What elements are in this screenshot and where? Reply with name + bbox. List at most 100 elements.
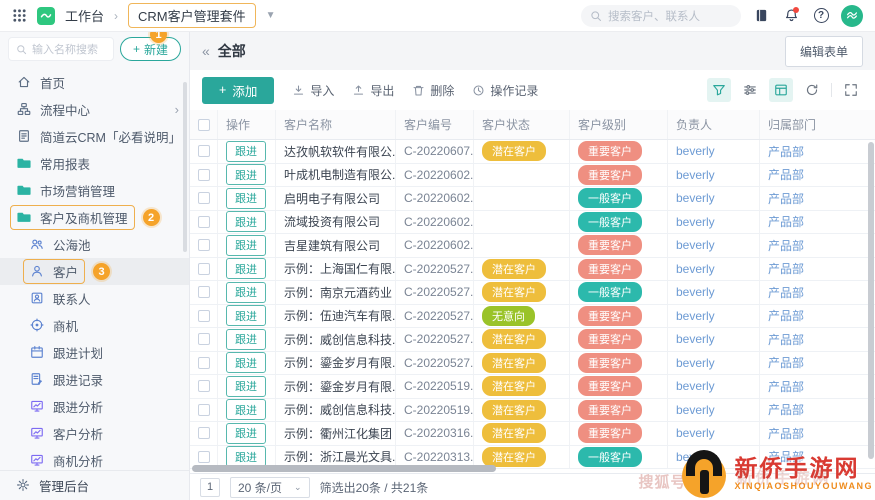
customer-name-cell[interactable]: 示例：衢州江化集团 <box>276 422 396 445</box>
page-number-button[interactable]: 1 <box>200 477 220 497</box>
admin-backend-item[interactable]: 管理后台 <box>0 470 189 500</box>
breadcrumb-workbench[interactable]: 工作台 <box>65 6 104 25</box>
owner-cell[interactable]: beverly <box>668 257 760 280</box>
row-checkbox[interactable] <box>197 239 210 252</box>
app-title[interactable]: CRM客户管理套件 <box>128 3 256 28</box>
owner-cell[interactable]: beverly <box>668 210 760 233</box>
department-cell[interactable]: 产品部 <box>760 258 875 281</box>
follow-up-button[interactable]: 跟进 <box>226 234 266 256</box>
help-icon[interactable]: ? <box>811 6 831 26</box>
row-checkbox[interactable] <box>197 356 210 369</box>
department-cell[interactable]: 产品部 <box>760 422 875 445</box>
customer-name-cell[interactable]: 示例：威创信息科技... <box>276 398 396 421</box>
sidebar-item-10[interactable]: 商机 <box>0 312 189 339</box>
row-checkbox[interactable] <box>197 168 210 181</box>
owner-cell[interactable]: beverly <box>668 163 760 186</box>
customer-name-cell[interactable]: 叶成机电制造有限公... <box>276 163 396 186</box>
delete-button[interactable]: 删除 <box>412 82 454 99</box>
owner-cell[interactable]: beverly <box>668 187 760 210</box>
department-cell[interactable]: 产品部 <box>760 211 875 234</box>
customer-name-cell[interactable]: 达孜帆软软件有限公... <box>276 140 396 163</box>
department-cell[interactable]: 产品部 <box>760 305 875 328</box>
follow-up-button[interactable]: 跟进 <box>226 281 266 303</box>
row-checkbox[interactable] <box>197 215 210 228</box>
page-size-select[interactable]: 20 条/页 ⌄ <box>230 476 310 498</box>
department-cell[interactable]: 产品部 <box>760 375 875 398</box>
import-button[interactable]: 导入 <box>292 82 334 99</box>
app-grid-icon[interactable] <box>12 8 27 23</box>
table-vertical-scrollbar[interactable] <box>868 142 874 459</box>
sidebar-item-4[interactable]: 常用报表 <box>0 150 189 177</box>
customer-name-cell[interactable]: 示例：伍迪汽车有限... <box>276 304 396 327</box>
owner-cell[interactable]: beverly <box>668 351 760 374</box>
row-checkbox[interactable] <box>197 427 210 440</box>
sidebar-item-3[interactable]: 简道云CRM「必看说明」 <box>0 123 189 150</box>
display-fields-button[interactable] <box>738 78 762 102</box>
department-cell[interactable]: 产品部 <box>760 328 875 351</box>
owner-cell[interactable]: beverly <box>668 375 760 398</box>
follow-up-button[interactable]: 跟进 <box>226 399 266 421</box>
follow-up-button[interactable]: 跟进 <box>226 211 266 233</box>
sidebar-item-12[interactable]: 跟进记录 <box>0 366 189 393</box>
follow-up-button[interactable]: 跟进 <box>226 187 266 209</box>
bell-icon[interactable] <box>781 6 801 26</box>
customer-name-cell[interactable]: 流域投资有限公司 <box>276 210 396 233</box>
owner-cell[interactable]: beverly <box>668 328 760 351</box>
row-checkbox[interactable] <box>197 333 210 346</box>
export-button[interactable]: 导出 <box>352 82 394 99</box>
department-cell[interactable]: 产品部 <box>760 164 875 187</box>
follow-up-button[interactable]: 跟进 <box>226 422 266 444</box>
sidebar-scrollbar[interactable] <box>183 82 187 252</box>
sidebar-item-9[interactable]: 联系人 <box>0 285 189 312</box>
new-button[interactable]: + 新建 <box>119 37 181 61</box>
owner-cell[interactable]: beverly <box>668 398 760 421</box>
global-search-input[interactable]: 搜索客户、联系人 <box>581 4 741 27</box>
edit-form-button[interactable]: 编辑表单 <box>784 35 863 67</box>
sidebar-item-15[interactable]: 商机分析 <box>0 447 189 470</box>
department-cell[interactable]: 产品部 <box>760 187 875 210</box>
row-checkbox[interactable] <box>197 450 210 463</box>
row-checkbox[interactable] <box>197 145 210 158</box>
customer-name-cell[interactable]: 吉星建筑有限公司 <box>276 234 396 257</box>
owner-cell[interactable]: beverly <box>668 140 760 163</box>
sidebar-item-7[interactable]: 公海池 <box>0 231 189 258</box>
follow-up-button[interactable]: 跟进 <box>226 352 266 374</box>
customer-name-cell[interactable]: 示例：上海国仁有限... <box>276 257 396 280</box>
owner-cell[interactable]: beverly <box>668 281 760 304</box>
follow-up-button[interactable]: 跟进 <box>226 140 266 162</box>
customer-name-cell[interactable]: 示例：威创信息科技... <box>276 328 396 351</box>
sidebar-item-1[interactable]: 首页 <box>0 69 189 96</box>
customer-name-cell[interactable]: 启明电子有限公司 <box>276 187 396 210</box>
operation-log-button[interactable]: 操作记录 <box>472 82 538 99</box>
fullscreen-button[interactable] <box>839 78 863 102</box>
owner-cell[interactable]: beverly <box>668 234 760 257</box>
filter-button[interactable] <box>707 78 731 102</box>
owner-cell[interactable]: beverly <box>668 304 760 327</box>
row-checkbox[interactable] <box>197 380 210 393</box>
sidebar-item-11[interactable]: 跟进计划 <box>0 339 189 366</box>
row-checkbox[interactable] <box>197 286 210 299</box>
department-cell[interactable]: 产品部 <box>760 281 875 304</box>
chevron-down-icon[interactable]: ▼ <box>266 10 276 21</box>
card-view-button[interactable] <box>769 78 793 102</box>
sidebar-item-2[interactable]: 流程中心 › <box>0 96 189 123</box>
avatar[interactable] <box>841 4 863 27</box>
follow-up-button[interactable]: 跟进 <box>226 258 266 280</box>
workbench-logo-icon[interactable] <box>37 6 55 25</box>
notebook-icon[interactable] <box>751 6 771 26</box>
department-cell[interactable]: 产品部 <box>760 399 875 422</box>
refresh-button[interactable] <box>800 78 824 102</box>
sidebar-item-6[interactable]: 客户及商机管理 2 <box>0 204 189 231</box>
add-button[interactable]: + 添加 <box>202 76 275 104</box>
customer-name-cell[interactable]: 示例：鎏金岁月有限... <box>276 375 396 398</box>
collapse-sidebar-icon[interactable]: « <box>202 43 210 59</box>
sidebar-search-input[interactable]: 输入名称搜索 <box>8 37 114 61</box>
department-cell[interactable]: 产品部 <box>760 234 875 257</box>
table-horizontal-scrollbar[interactable] <box>190 464 865 473</box>
row-checkbox[interactable] <box>197 192 210 205</box>
row-checkbox[interactable] <box>197 309 210 322</box>
owner-cell[interactable]: beverly <box>668 422 760 445</box>
sidebar-item-5[interactable]: 市场营销管理 <box>0 177 189 204</box>
row-checkbox[interactable] <box>197 262 210 275</box>
sidebar-item-14[interactable]: 客户分析 <box>0 420 189 447</box>
